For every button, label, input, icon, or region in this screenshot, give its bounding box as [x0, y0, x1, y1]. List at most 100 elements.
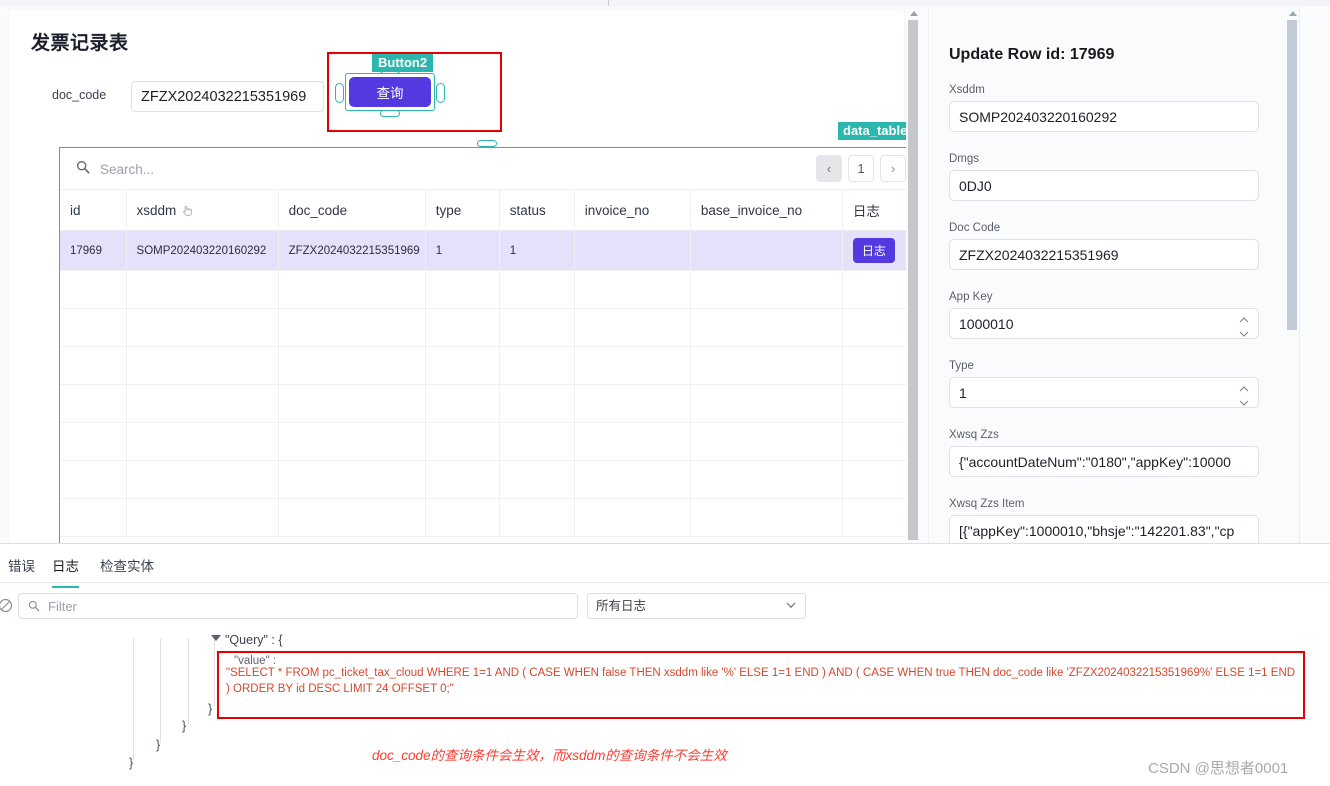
json-closing-brace: } [208, 702, 213, 716]
field-group-xsddm: Xsddm [949, 84, 1259, 132]
search-icon [28, 600, 40, 612]
table-row[interactable]: 17969 SOMP202403220160292 ZFZX2024032215… [60, 230, 915, 271]
pagination-page-number[interactable]: 1 [848, 155, 874, 182]
pagination-next-button[interactable]: › [880, 155, 906, 182]
column-header-base-invoice-no[interactable]: base_invoice_no [690, 190, 843, 231]
hand-cursor-icon [183, 205, 193, 216]
field-group-app-key: App Key [949, 291, 1259, 339]
json-closing-brace: } [129, 756, 134, 770]
field-label-doc-code: Doc Code [949, 222, 1001, 234]
cell-invoice-no [574, 230, 691, 271]
field-group-dmgs: Dmgs [949, 153, 1259, 201]
field-group-xwsq-zzs: Xwsq Zzs [949, 429, 1259, 477]
field-label-xsddm: Xsddm [949, 84, 985, 96]
tree-guide-line [133, 638, 134, 760]
chevron-down-icon[interactable] [1239, 331, 1249, 337]
log-key-query: "Query" : { [225, 633, 283, 647]
resize-handle-bottom[interactable] [380, 110, 400, 117]
app-card: 发票记录表 doc_code 查询 Button2 data_table [9, 10, 915, 543]
field-input-dmgs[interactable] [949, 170, 1259, 201]
page-title: 发票记录表 [31, 33, 129, 54]
filter-box [18, 593, 578, 619]
column-header-status[interactable]: status [499, 190, 575, 231]
devtools-tabs: 错误 日志 检查实体 [0, 544, 1330, 588]
panel-scrollbar[interactable] [1285, 6, 1299, 543]
update-row-card: Update Row id: 17969 Xsddm Dmgs Doc Code… [928, 8, 1320, 543]
field-input-xwsq-zzs-item[interactable] [949, 515, 1259, 543]
update-row-panel: Update Row id: 17969 Xsddm Dmgs Doc Code… [920, 6, 1330, 543]
field-label-xwsq-zzs-item: Xwsq Zzs Item [949, 498, 1025, 510]
column-header-log[interactable]: 日志 [842, 190, 915, 231]
column-header-doc-code[interactable]: doc_code [278, 190, 426, 231]
pagination-prev-button[interactable]: ‹ [816, 155, 842, 182]
grid-header-row: id xsddm doc_code type status invoice_no… [60, 190, 915, 231]
data-table: ‹ 1 › id xsddm [59, 147, 915, 543]
doc-code-input[interactable] [131, 81, 324, 112]
cell-base-invoice-no [690, 230, 843, 271]
clear-console-icon[interactable] [0, 598, 13, 613]
tab-inspect-entity[interactable]: 检查实体 [100, 555, 154, 586]
scroll-up-arrow-icon[interactable] [910, 11, 918, 16]
scroll-up-arrow-icon[interactable] [1289, 11, 1297, 16]
cell-type: 1 [425, 230, 500, 271]
log-level-select[interactable]: 所有日志 [587, 593, 806, 619]
chevron-up-icon[interactable] [1239, 317, 1249, 323]
button-component-tag: Button2 [372, 54, 434, 72]
json-closing-brace: } [156, 738, 161, 752]
records-grid: id xsddm doc_code type status invoice_no… [60, 190, 915, 537]
scrollbar-thumb[interactable] [908, 20, 918, 540]
devtools-filter-bar: 所有日志 [0, 583, 1330, 621]
log-sql-value: "SELECT * FROM pc_ticket_tax_cloud WHERE… [226, 667, 1299, 695]
field-label-app-key: App Key [949, 291, 993, 303]
query-button[interactable]: 查询 [349, 77, 431, 107]
field-label-xwsq-zzs: Xwsq Zzs [949, 429, 999, 441]
chevron-down-icon[interactable] [1239, 400, 1249, 406]
field-group-xwsq-zzs-item: Xwsq Zzs Item [949, 498, 1259, 543]
json-closing-brace: } [182, 719, 187, 733]
field-group-type: Type [949, 360, 1259, 408]
field-input-doc-code[interactable] [949, 239, 1259, 270]
cell-doc-code: ZFZX2024032215351969 [278, 230, 426, 271]
column-header-type[interactable]: type [425, 190, 500, 231]
row-log-button[interactable]: 日志 [852, 238, 895, 263]
type-stepper[interactable] [1239, 386, 1250, 406]
app-preview-area: 发票记录表 doc_code 查询 Button2 data_table [0, 6, 920, 543]
annotation-note: doc_code的查询条件会生效，而xsddm的查询条件不会生效 [372, 748, 727, 763]
cell-status: 1 [499, 230, 575, 271]
cell-xsddm: SOMP202403220160292 [126, 230, 279, 271]
column-header-xsddm[interactable]: xsddm [126, 190, 279, 231]
data-table-component-tag: data_table [838, 122, 913, 140]
table-row-empty [60, 498, 915, 537]
table-row-empty [60, 384, 915, 423]
field-label-type: Type [949, 360, 974, 372]
app-key-stepper[interactable] [1239, 317, 1250, 337]
column-header-id[interactable]: id [60, 190, 127, 231]
panel-title: Update Row id: 17969 [949, 46, 1115, 63]
field-label-dmgs: Dmgs [949, 153, 980, 165]
field-input-type[interactable] [949, 377, 1259, 408]
resize-handle-left[interactable] [335, 83, 344, 103]
column-header-invoice-no[interactable]: invoice_no [574, 190, 691, 231]
tree-guide-line [214, 638, 215, 706]
table-row-empty [60, 346, 915, 385]
field-group-doc-code: Doc Code [949, 222, 1259, 270]
field-input-xsddm[interactable] [949, 101, 1259, 132]
filter-input[interactable] [46, 596, 566, 617]
panel-right-gutter [1299, 6, 1330, 543]
field-input-app-key[interactable] [949, 308, 1259, 339]
expand-collapse-caret-icon[interactable] [211, 635, 221, 641]
data-table-resize-handle-top[interactable] [477, 140, 497, 147]
tree-guide-line [160, 638, 161, 743]
scrollbar-thumb[interactable] [1287, 20, 1297, 330]
field-input-xwsq-zzs[interactable] [949, 446, 1259, 477]
grid-body: 17969 SOMP202403220160292 ZFZX2024032215… [60, 230, 915, 537]
app-area-scrollbar[interactable] [906, 6, 920, 543]
tab-errors[interactable]: 错误 [8, 555, 35, 586]
table-row-empty [60, 460, 915, 499]
table-row-empty [60, 308, 915, 347]
resize-handle-right[interactable] [436, 83, 445, 103]
table-search-input[interactable] [98, 158, 798, 180]
chevron-up-icon[interactable] [1239, 386, 1249, 392]
tree-guide-line [188, 638, 189, 724]
search-icon [77, 161, 90, 174]
